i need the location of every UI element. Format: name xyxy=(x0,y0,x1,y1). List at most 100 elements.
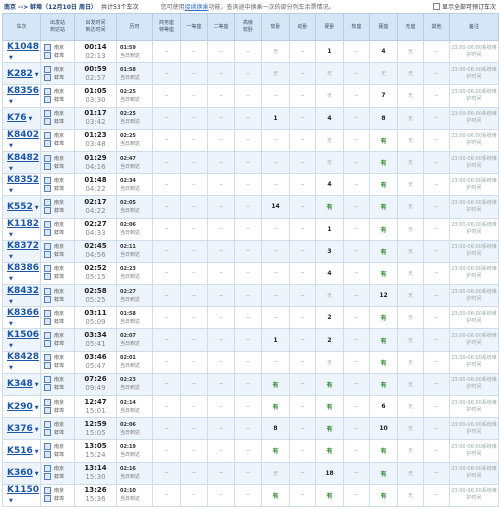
train-code[interactable]: K8356 xyxy=(7,86,39,96)
train-code[interactable]: K8386 xyxy=(7,263,39,273)
remark: 23:00-06:00系统维护时间 xyxy=(449,39,499,64)
train-number[interactable]: K552 ▼ xyxy=(2,195,41,219)
train-number[interactable]: K8482 ▼ xyxy=(2,150,41,175)
column-header[interactable]: 历时 xyxy=(116,13,153,41)
train-code[interactable]: K8366 xyxy=(7,308,39,318)
chevron-down-icon[interactable]: ▼ xyxy=(9,299,13,305)
seat-availability: -- xyxy=(207,239,235,263)
train-number[interactable]: K8366 ▼ xyxy=(2,306,41,330)
chevron-down-icon[interactable]: ▼ xyxy=(35,205,39,211)
train-code[interactable]: K1048 xyxy=(7,42,39,52)
train-number[interactable]: K376 ▼ xyxy=(2,417,41,441)
column-header: 商务座 特等座 xyxy=(152,13,181,41)
train-code[interactable]: K8372 xyxy=(7,241,39,251)
train-number[interactable]: K1182 ▼ xyxy=(2,217,41,241)
chevron-down-icon[interactable]: ▼ xyxy=(35,382,39,388)
train-number[interactable]: K1506 ▼ xyxy=(2,328,41,352)
train-number[interactable]: K348 ▼ xyxy=(2,372,41,397)
train-number[interactable]: K1150 ▼ xyxy=(2,483,41,507)
table-row: K360 ▼ 南京 蚌埠 13:14 15:30 02:16 当日到达 -- -- -- -- 无 -- 1… xyxy=(2,461,499,485)
train-code[interactable]: K376 xyxy=(7,424,33,434)
train-number[interactable]: K290 ▼ xyxy=(2,394,41,419)
train-code[interactable]: K290 xyxy=(7,402,33,412)
arrival-station-name: 蚌埠 xyxy=(54,230,65,237)
train-code[interactable]: K76 xyxy=(7,113,27,123)
chevron-down-icon[interactable]: ▼ xyxy=(9,254,13,260)
train-code[interactable]: K516 xyxy=(7,446,33,456)
arrival-station-name: 蚌埠 xyxy=(54,474,65,481)
chevron-down-icon[interactable]: ▼ xyxy=(35,72,39,78)
seat-availability: 有 xyxy=(261,439,290,463)
seat-availability: -- xyxy=(152,439,181,463)
train-code[interactable]: K1506 xyxy=(7,330,39,340)
arrival-day: 当日到达 xyxy=(120,385,141,392)
chevron-down-icon[interactable]: ▼ xyxy=(9,498,13,504)
duration: 02:27 当日到达 xyxy=(116,284,153,308)
train-code[interactable]: K552 xyxy=(7,202,33,212)
duration-value: 02:23 xyxy=(120,266,136,273)
train-number[interactable]: K76 ▼ xyxy=(2,106,41,130)
chevron-down-icon[interactable]: ▼ xyxy=(9,166,13,172)
arrival-station: 蚌埠 xyxy=(44,495,74,503)
train-code[interactable]: K8402 xyxy=(7,130,39,140)
train-code[interactable]: K1182 xyxy=(7,219,39,229)
table-row: K8366▼ 南京 蚌埠 03:11 05:09 01:58 当日到达 -- -- -- -- -- -… xyxy=(2,306,499,330)
train-number[interactable]: K8372 ▼ xyxy=(2,239,41,263)
start-station-icon xyxy=(44,354,51,362)
train-number[interactable]: K8386 ▼ xyxy=(2,261,41,286)
duration: 02:34 当日到达 xyxy=(116,173,153,197)
train-code[interactable]: K8482 xyxy=(7,153,39,163)
stations: 南京 蚌埠 xyxy=(40,195,75,219)
chevron-down-icon[interactable]: ▼ xyxy=(35,405,39,411)
train-number[interactable]: K516 ▼ xyxy=(2,439,41,463)
train-number[interactable]: K8352 ▼ xyxy=(2,173,41,197)
departure-time: 02:45 xyxy=(84,242,107,251)
departure-time: 12:59 xyxy=(84,419,107,428)
departure-time: 01:23 xyxy=(84,131,107,140)
train-number[interactable]: K282 ▼ xyxy=(2,62,41,86)
chevron-down-icon[interactable]: ▼ xyxy=(35,471,39,477)
departure-time: 01:29 xyxy=(84,153,107,162)
train-number[interactable]: K8402 ▼ xyxy=(2,128,41,152)
transfer-link[interactable]: 接续换乘 xyxy=(185,4,209,11)
train-number[interactable]: K8356 ▼ xyxy=(2,84,41,108)
train-number[interactable]: K8432 ▼ xyxy=(2,284,41,308)
train-code[interactable]: K348 xyxy=(7,379,33,389)
chevron-down-icon[interactable]: ▼ xyxy=(9,232,13,238)
chevron-down-icon[interactable]: ▼ xyxy=(9,343,13,349)
duration: 02:06 当日到达 xyxy=(116,417,153,441)
chevron-down-icon[interactable]: ▼ xyxy=(29,116,33,122)
chevron-down-icon[interactable]: ▼ xyxy=(9,188,13,194)
train-code[interactable]: K8428 xyxy=(7,352,39,362)
seat-availability: 有 xyxy=(369,261,398,286)
train-number[interactable]: K360 ▼ xyxy=(2,461,41,485)
chevron-down-icon[interactable]: ▼ xyxy=(35,427,39,433)
chevron-down-icon[interactable]: ▼ xyxy=(9,365,13,371)
train-code[interactable]: K8432 xyxy=(7,286,39,296)
chevron-down-icon[interactable]: ▼ xyxy=(9,321,13,327)
seat-availability: -- xyxy=(234,239,262,263)
train-code[interactable]: K1150 xyxy=(7,485,39,495)
chevron-down-icon[interactable]: ▼ xyxy=(9,276,13,282)
seat-availability: -- xyxy=(343,439,370,463)
column-header[interactable]: 出发时间 到达时间 xyxy=(74,13,117,41)
seat-availability: -- xyxy=(343,39,370,64)
train-code[interactable]: K282 xyxy=(7,69,33,79)
seat-availability: 7 xyxy=(369,84,398,108)
train-number[interactable]: K1048 ▼ xyxy=(2,39,41,64)
train-number[interactable]: K8428 ▼ xyxy=(2,350,41,374)
table-row: K1182▼ 南京 蚌埠 02:27 04:33 02:06 当日到达 -- -- -- -- -- -… xyxy=(2,217,499,241)
chevron-down-icon[interactable]: ▼ xyxy=(9,143,13,149)
train-code[interactable]: K8352 xyxy=(7,175,39,185)
show-all-checkbox[interactable]: 显示全部可预订车次 xyxy=(432,2,496,11)
chevron-down-icon[interactable]: ▼ xyxy=(35,449,39,455)
departure-station-name: 南京 xyxy=(54,266,65,273)
arrival-time: 15:36 xyxy=(85,495,106,504)
arrival-station-name: 蚌埠 xyxy=(54,429,65,436)
chevron-down-icon[interactable]: ▼ xyxy=(9,55,13,61)
table-row: K552 ▼ 南京 蚌埠 02:17 04:22 02:05 当日到达 -- -- -- -- 14 --… xyxy=(2,195,499,219)
seat-availability: -- xyxy=(261,350,290,374)
seat-availability: -- xyxy=(234,84,262,108)
checkbox-icon[interactable] xyxy=(432,3,440,10)
chevron-down-icon[interactable]: ▼ xyxy=(9,99,13,105)
